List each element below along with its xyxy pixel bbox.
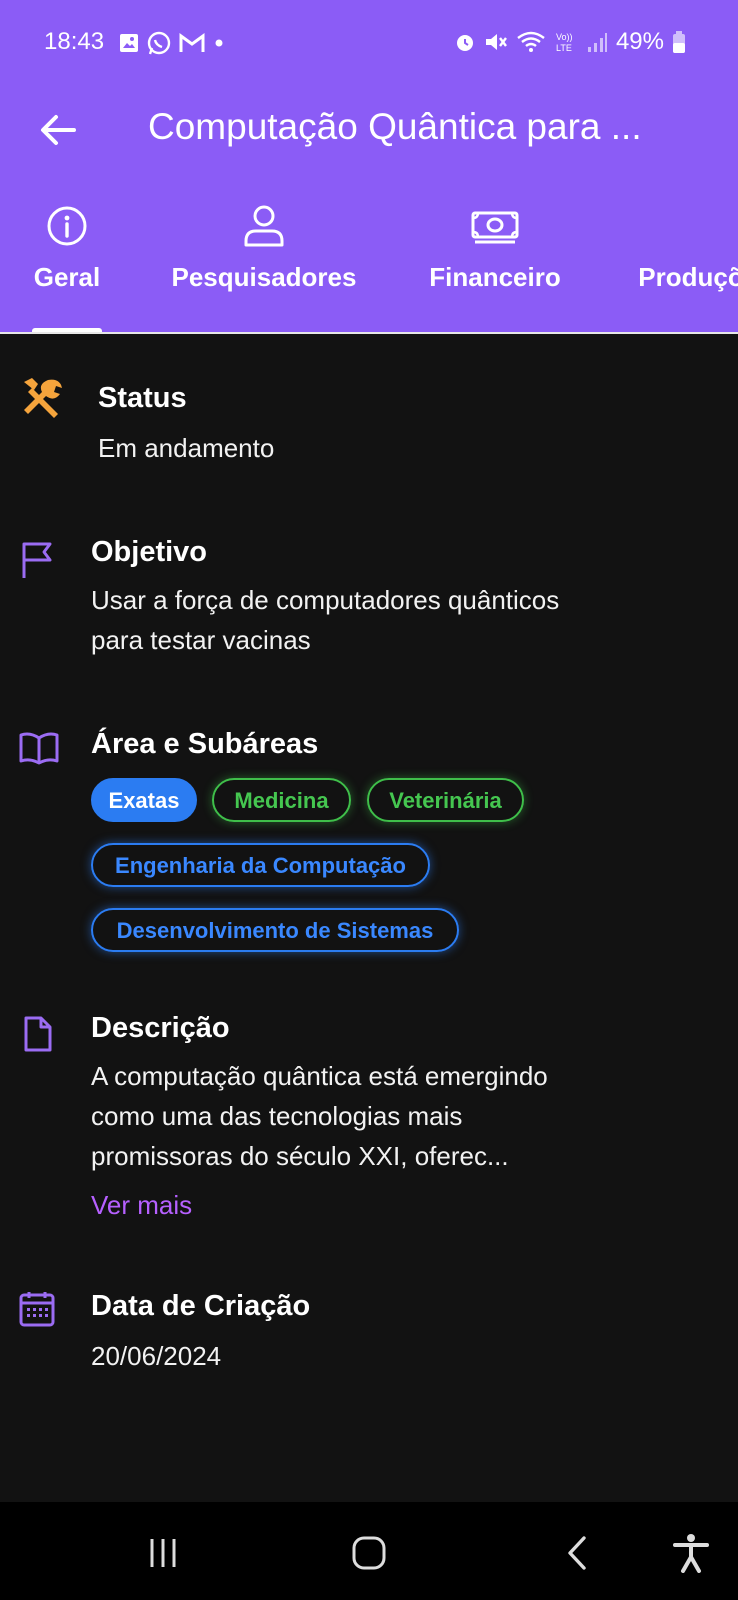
recents-icon	[150, 1539, 176, 1567]
image-icon	[120, 34, 138, 52]
tab-label: Geral	[33, 262, 101, 292]
tab-divider	[0, 332, 738, 334]
objective-line-2: para testar vacinas	[91, 625, 311, 655]
svg-text:Vo)): Vo))	[556, 32, 573, 42]
creation-date-title: Data de Criação	[91, 1290, 311, 1322]
system-nav-bar	[0, 1502, 738, 1600]
back-nav-button[interactable]	[552, 1528, 602, 1578]
description-line-1: A computação quântica está emergindo	[91, 1061, 548, 1091]
wifi-icon	[517, 31, 545, 52]
battery-icon	[673, 31, 685, 53]
arrow-back-icon	[41, 115, 76, 145]
app-screen: 18:43 Vo)) LTE 49% Computação Quântica p…	[0, 0, 738, 1600]
status-section: Status Em andamento	[0, 370, 738, 480]
whatsapp-icon	[147, 31, 171, 55]
tab-geral[interactable]: Geral	[30, 198, 104, 293]
page-title: Computação Quântica para ...	[148, 106, 642, 147]
description-line-2: como uma das tecnologias mais	[91, 1101, 463, 1131]
home-icon	[352, 1536, 386, 1570]
header: 18:43 Vo)) LTE 49% Computação Quântica p…	[0, 0, 738, 332]
tools-icon	[24, 378, 62, 418]
alarm-icon	[456, 35, 473, 51]
back-icon	[568, 1536, 586, 1570]
tab-pesquisadores[interactable]: Pesquisadores	[166, 198, 362, 293]
tab-producoes[interactable]: Produçõ	[626, 198, 738, 293]
recents-button[interactable]	[138, 1528, 188, 1578]
objective-line-1: Usar a força de computadores quânticos	[91, 585, 560, 615]
accessibility-button[interactable]	[666, 1528, 716, 1578]
calendar-icon	[19, 1292, 55, 1327]
dot-icon	[215, 39, 223, 47]
chip-exatas[interactable]: Exatas	[91, 778, 197, 822]
see-more-link[interactable]: Ver mais	[91, 1190, 192, 1221]
signal-icon	[587, 33, 607, 52]
area-section: Área e Subáreas Exatas Medicina Veteriná…	[0, 720, 738, 970]
book-icon	[19, 732, 59, 765]
notification-icons	[118, 30, 226, 56]
description-section: Descrição A computação quântica está eme…	[0, 1000, 738, 1230]
chip-desenvolvimento-sistemas[interactable]: Desenvolvimento de Sistemas	[91, 908, 459, 952]
chip-medicina[interactable]: Medicina	[212, 778, 351, 822]
status-value: Em andamento	[98, 433, 275, 463]
creation-date-value: 20/06/2024	[91, 1341, 222, 1371]
description-line-3: promissoras do século XXI, oferec...	[91, 1141, 509, 1171]
status-bar: 18:43 Vo)) LTE 49%	[0, 0, 738, 88]
tab-bar: Geral Pesquisadores Financeiro Produçõ	[0, 198, 738, 332]
person-icon	[244, 205, 284, 247]
tab-label: Pesquisadores	[171, 262, 357, 292]
info-icon	[47, 206, 87, 246]
tab-label: Produçõ	[638, 262, 738, 292]
flag-icon	[22, 542, 52, 578]
area-title: Área e Subáreas	[91, 728, 319, 760]
volte-icon: Vo))LTE	[556, 32, 573, 53]
chip-engenharia-computacao[interactable]: Engenharia da Computação	[91, 843, 430, 887]
status-time: 18:43	[44, 28, 105, 55]
objective-title: Objetivo	[91, 536, 208, 568]
chip-veterinaria[interactable]: Veterinária	[367, 778, 524, 822]
battery-percent: 49%	[615, 28, 664, 55]
tab-financeiro[interactable]: Financeiro	[424, 198, 566, 293]
app-bar: Computação Quântica para ...	[0, 88, 738, 188]
money-icon	[471, 211, 519, 244]
description-title: Descrição	[91, 1012, 230, 1044]
creation-date-section: Data de Criação 20/06/2024	[0, 1280, 738, 1390]
home-button[interactable]	[344, 1528, 394, 1578]
status-title: Status	[98, 382, 187, 414]
mute-icon	[485, 34, 507, 50]
svg-text:LTE: LTE	[556, 43, 572, 53]
system-icons: Vo)) LTE 49%	[454, 28, 686, 56]
objective-section: Objetivo Usar a força de computadores qu…	[0, 530, 738, 670]
gmail-icon	[179, 33, 205, 52]
tab-label: Financeiro	[429, 262, 561, 292]
accessibility-icon	[673, 1534, 709, 1573]
back-button[interactable]	[36, 108, 80, 152]
document-icon	[24, 1016, 52, 1052]
